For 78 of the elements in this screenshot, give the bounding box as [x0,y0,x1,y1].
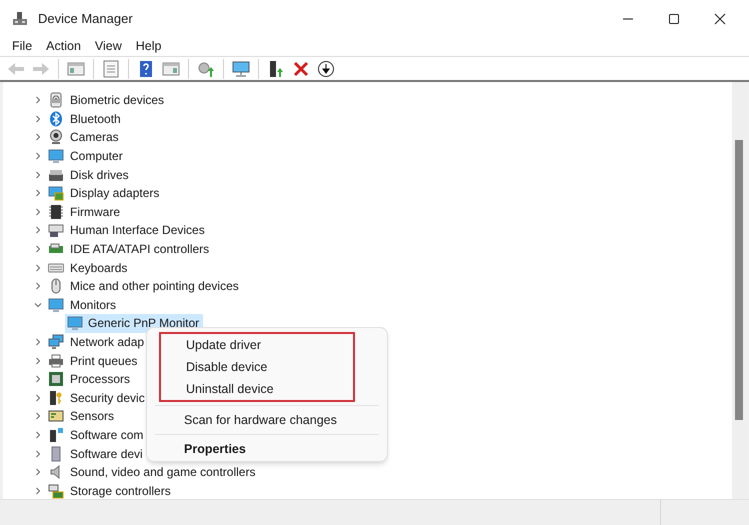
component-icon [48,426,64,443]
monitor-icon [48,296,64,313]
menu-bar-item[interactable]: Action [40,37,87,56]
monitor-icon [48,148,64,164]
chevron-right-icon[interactable] [33,374,43,384]
chevron-right-icon[interactable] [33,281,43,292]
menu-item[interactable]: Properties [147,438,387,460]
down-arrow-circle-icon [316,60,336,78]
tree-item[interactable]: Network adap [70,333,144,352]
chip-icon [48,204,64,220]
chevron-right-icon[interactable] [33,132,43,142]
tree-item[interactable]: Sensors [70,407,114,426]
tree-item[interactable]: Security devic [70,388,145,407]
window-title: Device Manager [38,10,133,28]
tree-item[interactable]: Computer [70,147,123,166]
network-icon [48,334,64,350]
chevron-right-icon[interactable] [33,151,43,162]
cross-icon [291,60,311,78]
menu-item[interactable]: Disable device [149,356,353,378]
close-icon [714,12,726,24]
tree-item[interactable]: Storage controllers [70,482,171,500]
chevron-right-icon[interactable] [33,411,43,422]
storage-controller-icon [48,482,64,499]
tree-item[interactable]: Disk drives [70,166,129,184]
menu-item[interactable]: Scan for hardware changes [147,409,387,431]
tree-item[interactable]: Human Interface Devices [70,221,205,240]
chevron-right-icon[interactable] [33,486,43,496]
menu-item[interactable]: Uninstall device [149,378,353,400]
chevron-right-icon[interactable] [33,170,43,180]
chevron-right-icon[interactable] [33,225,43,236]
tree-item[interactable]: Software devi [70,444,143,463]
tree-item[interactable]: Keyboards [70,258,128,277]
pane-icon [161,60,181,78]
fingerprint-icon [48,92,64,108]
maximize-icon [668,12,680,24]
tree-item[interactable]: Sound, video and game controllers [70,463,256,482]
tree-item[interactable]: Processors [70,370,130,388]
chevron-right-icon[interactable] [33,262,43,273]
gear-up-arrow-icon [196,60,216,78]
bluetooth-icon [48,110,64,127]
document-icon [101,60,121,78]
webcam-icon [48,129,64,146]
device-manager-icon [12,10,28,26]
processor-icon [48,371,64,388]
monitor-icon [67,315,83,332]
tree-item[interactable]: Monitors [70,296,116,314]
menu-bar-item[interactable]: File [6,37,38,56]
chevron-right-icon[interactable] [33,244,43,254]
chevron-right-icon[interactable] [33,392,43,403]
chevron-right-icon[interactable] [33,206,43,217]
tree-item[interactable]: Biometric devices [70,91,164,110]
tree-item[interactable]: IDE ATA/ATAPI controllers [70,240,210,258]
tree-item[interactable]: Bluetooth [70,110,121,128]
chevron-right-icon[interactable] [33,114,43,124]
menu-bar-item[interactable]: Help [130,37,168,56]
keyboard-hand-icon [48,222,64,238]
tree-item[interactable]: Firmware [70,202,120,221]
tree-item[interactable]: Display adapters [70,184,160,202]
pane-icon [66,60,86,78]
chevron-right-icon[interactable] [33,188,43,198]
security-device-icon [48,390,64,406]
chevron-right-icon[interactable] [33,467,43,478]
monitor-icon [231,60,251,78]
chevron-right-icon[interactable] [33,95,43,106]
printer-icon [48,352,64,369]
menu-item[interactable]: Update driver [149,334,353,356]
tree-item[interactable]: Software com [70,426,144,444]
tree-item[interactable]: Mice and other pointing devices [70,277,239,296]
tree-item[interactable]: Cameras [70,128,119,146]
chevron-right-icon[interactable] [33,337,43,348]
chevron-right-icon[interactable] [33,430,43,440]
tree-item[interactable]: Print queues [70,352,138,370]
chevron-right-icon[interactable] [33,448,43,459]
chevron-right-icon[interactable] [33,356,43,366]
menu-bar-item[interactable]: View [88,37,128,56]
display-adapter-icon [48,185,64,202]
scrollbar-thumb[interactable] [735,140,743,420]
sensor-icon [48,408,64,424]
